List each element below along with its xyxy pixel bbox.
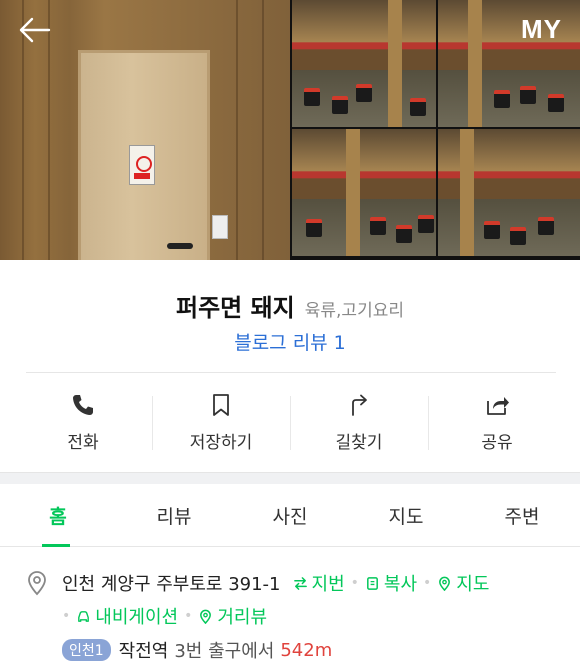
tab-home[interactable]: 홈 xyxy=(0,485,116,547)
my-page-button[interactable]: MY xyxy=(521,14,562,45)
map-label: 지도 xyxy=(456,574,490,595)
blog-review-link[interactable]: 블로그 리뷰 1 xyxy=(0,328,580,355)
directions-button[interactable]: 길찾기 xyxy=(290,384,428,460)
navigation-link[interactable]: 내비게이션 xyxy=(76,603,178,629)
directions-label: 길찾기 xyxy=(335,433,383,453)
address-row: 인천 계양구 주부토로 391-1 지번 • 복사 • 지도 xyxy=(62,570,489,596)
copy-label: 복사 xyxy=(383,574,418,595)
photo-thumbnail-3[interactable] xyxy=(292,129,436,256)
copy-icon xyxy=(366,576,378,590)
swap-arrows-icon xyxy=(293,576,307,590)
photo-gallery[interactable]: MY xyxy=(0,0,580,260)
action-bar: 전화 저장하기 길찾기 공유 xyxy=(14,384,566,460)
phone-icon xyxy=(73,395,93,415)
photo-thumbnail-1[interactable] xyxy=(292,0,436,127)
share-button[interactable]: 공유 xyxy=(428,384,566,460)
tab-map[interactable]: 지도 xyxy=(348,485,464,546)
door-image xyxy=(78,50,210,260)
save-button[interactable]: 저장하기 xyxy=(152,384,290,460)
no-smoking-sign-icon xyxy=(129,145,155,185)
arrow-left-icon xyxy=(19,17,51,43)
photo-thumbnail-4[interactable] xyxy=(438,129,580,256)
address-text: 인천 계양구 주부토로 391-1 xyxy=(62,574,281,595)
back-button[interactable] xyxy=(16,12,54,48)
subway-row: 인천1 작전역 3번 출구에서 542m xyxy=(62,637,332,663)
save-label: 저장하기 xyxy=(189,433,253,453)
tab-bar: 홈 리뷰 사진 지도 주변 xyxy=(0,485,580,547)
exit-text: 3번 출구에서 xyxy=(174,641,275,662)
tab-photo[interactable]: 사진 xyxy=(232,485,348,546)
share-label: 공유 xyxy=(481,433,513,453)
car-icon xyxy=(78,610,90,622)
station-name: 작전역 xyxy=(118,641,169,662)
call-label: 전화 xyxy=(67,433,99,453)
section-separator xyxy=(0,472,580,484)
subway-line-badge: 인천1 xyxy=(62,639,111,661)
separator-dot: • xyxy=(62,608,71,624)
bookmark-icon xyxy=(213,394,229,416)
blog-review-label: 블로그 리뷰 xyxy=(234,332,328,354)
place-name: 퍼주면 돼지 xyxy=(175,294,295,322)
share-icon xyxy=(487,397,509,415)
divider xyxy=(26,372,556,373)
place-info-section: 인천 계양구 주부토로 391-1 지번 • 복사 • 지도 • 내비게이션 •… xyxy=(0,548,580,664)
navigation-label: 내비게이션 xyxy=(95,607,179,628)
street-view-link[interactable]: 거리뷰 xyxy=(198,603,267,629)
directions-icon xyxy=(352,394,367,416)
address-links-row: • 내비게이션 • 거리뷰 xyxy=(62,603,267,629)
separator-dot: • xyxy=(184,608,193,624)
place-title-block: 퍼주면 돼지 육류,고기요리 블로그 리뷰 1 xyxy=(0,260,580,372)
jibeon-label: 지번 xyxy=(311,574,345,595)
separator-dot: • xyxy=(423,575,432,591)
street-view-pin-icon xyxy=(200,609,212,624)
place-category: 육류,고기요리 xyxy=(304,301,404,321)
tab-nearby[interactable]: 주변 xyxy=(464,485,580,546)
map-link[interactable]: 지도 xyxy=(437,570,489,596)
tab-review[interactable]: 리뷰 xyxy=(116,485,232,546)
separator-dot: • xyxy=(350,575,359,591)
blog-review-count: 1 xyxy=(333,332,346,354)
street-view-label: 거리뷰 xyxy=(217,607,268,628)
call-button[interactable]: 전화 xyxy=(14,384,152,460)
map-pin-icon xyxy=(439,576,451,591)
copy-link[interactable]: 복사 xyxy=(365,570,417,596)
location-pin-icon xyxy=(28,571,46,596)
jibeon-link[interactable]: 지번 xyxy=(293,570,345,596)
distance-value: 542m xyxy=(280,639,333,661)
